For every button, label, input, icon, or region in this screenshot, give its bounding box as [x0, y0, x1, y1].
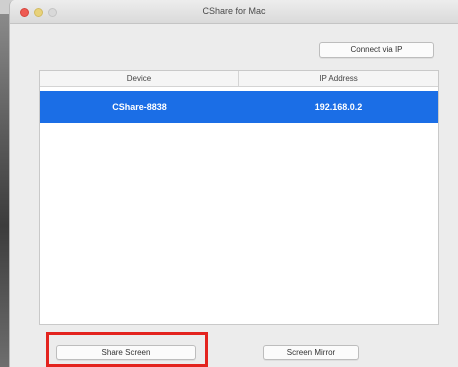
title-bar[interactable]: CShare for Mac [10, 0, 458, 24]
app-window: CShare for Mac Connect via IP Device IP … [9, 0, 458, 367]
table-row[interactable]: CShare-8838 192.168.0.2 [40, 91, 438, 123]
window-title: CShare for Mac [202, 6, 266, 16]
desktop-background-edge [0, 14, 9, 367]
screen-mirror-button[interactable]: Screen Mirror [263, 345, 359, 360]
device-table: Device IP Address CShare-8838 192.168.0.… [39, 70, 439, 325]
table-header: Device IP Address [40, 71, 438, 87]
column-header-device[interactable]: Device [40, 71, 239, 86]
connect-via-ip-button[interactable]: Connect via IP [319, 42, 434, 58]
column-header-ip-address[interactable]: IP Address [239, 71, 438, 86]
ip-address-cell: 192.168.0.2 [314, 102, 363, 112]
share-screen-button[interactable]: Share Screen [56, 345, 196, 360]
device-name-cell: CShare-8838 [112, 102, 167, 112]
